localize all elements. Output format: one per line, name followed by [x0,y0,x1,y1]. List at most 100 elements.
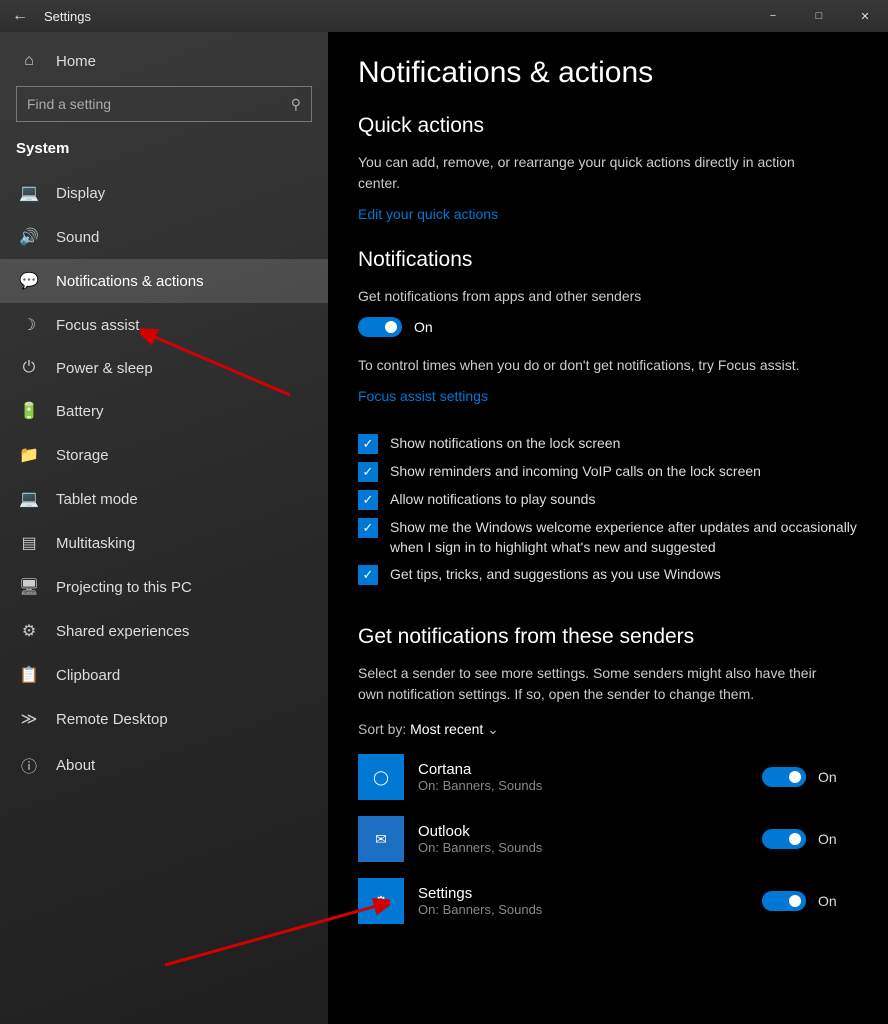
get-notifications-toggle-row: On [358,317,858,337]
display-icon: 💻 [16,183,42,203]
sender-sub: On: Banners, Sounds [418,840,762,855]
sender-name: Cortana [418,761,762,778]
settings-icon: ⚙ [358,878,404,924]
sender-row-outlook[interactable]: ✉ OutlookOn: Banners, Sounds On [358,816,858,862]
get-notifications-toggle[interactable] [358,317,402,337]
checkbox-icon: ✓ [358,490,378,510]
checkbox-label: Show notifications on the lock screen [390,434,620,454]
storage-icon: 📁 [16,445,42,465]
senders-desc: Select a sender to see more settings. So… [358,663,838,705]
sidebar-item-label: Storage [56,447,109,464]
sound-icon: 🔊 [16,227,42,247]
settings-window: ← Settings − □ ✕ ⌂ Home Find a setting ⚲… [0,0,888,1024]
sidebar-item-tablet-mode[interactable]: 💻 Tablet mode [0,477,328,521]
titlebar: ← Settings − □ ✕ [0,0,888,32]
sender-row-cortana[interactable]: ◯ CortanaOn: Banners, Sounds On [358,754,858,800]
sender-sub: On: Banners, Sounds [418,902,762,917]
sender-state: On [818,893,858,909]
sender-state: On [818,831,858,847]
sidebar-item-notifications[interactable]: 💬 Notifications & actions [0,259,328,303]
checkbox-label: Get tips, tricks, and suggestions as you… [390,565,721,585]
sidebar-item-label: Power & sleep [56,360,153,377]
sidebar-item-shared-experiences[interactable]: ⚙Shared experiences [0,609,328,653]
sidebar-item-sound[interactable]: 🔊 Sound [0,215,328,259]
sidebar-item-remote-desktop[interactable]: ≫ Remote Desktop [0,697,328,741]
maximize-button[interactable]: □ [796,0,842,32]
check-welcome-experience[interactable]: ✓ Show me the Windows welcome experience … [358,518,858,557]
check-play-sounds[interactable]: ✓ Allow notifications to play sounds [358,490,858,510]
cortana-icon: ◯ [358,754,404,800]
search-placeholder: Find a setting [27,96,111,112]
sender-toggle[interactable] [762,829,806,849]
sidebar-item-focus-assist[interactable]: ☽ Focus assist [0,303,328,347]
sender-toggle[interactable] [762,891,806,911]
sidebar-section-label: System [0,132,328,171]
sidebar-item-label: About [56,757,95,774]
window-title: Settings [40,9,750,24]
sidebar-item-about[interactable]: ⓘ About [0,741,328,789]
sort-value: Most recent [410,721,483,737]
content-pane: Notifications & actions Quick actions Yo… [328,32,888,1024]
sidebar-home-label: Home [56,53,96,70]
info-icon: ⓘ [16,753,42,777]
check-reminders-voip[interactable]: ✓ Show reminders and incoming VoIP calls … [358,462,858,482]
sidebar-home[interactable]: ⌂ Home [0,40,328,82]
moon-icon: ☽ [16,315,42,335]
battery-icon: 🔋 [16,401,42,421]
notifications-title: Notifications [358,248,858,272]
sidebar-item-label: Projecting to this PC [56,579,192,596]
sidebar-item-label: Sound [56,229,99,246]
chevron-down-icon: ⌄ [487,721,499,737]
sidebar-item-label: Remote Desktop [56,711,168,728]
sender-name: Outlook [418,823,762,840]
check-lock-screen[interactable]: ✓ Show notifications on the lock screen [358,434,858,454]
edit-quick-actions-link[interactable]: Edit your quick actions [358,206,498,222]
checkbox-label: Show reminders and incoming VoIP calls o… [390,462,761,482]
focus-assist-hint: To control times when you do or don't ge… [358,355,838,376]
page-title: Notifications & actions [358,56,858,90]
notifications-icon: 💬 [16,271,42,291]
focus-assist-settings-link[interactable]: Focus assist settings [358,388,488,404]
clipboard-icon: 📋 [16,665,42,685]
checkbox-icon: ✓ [358,462,378,482]
back-button[interactable]: ← [0,7,40,25]
sidebar-item-label: Focus assist [56,317,139,334]
sidebar-item-label: Battery [56,403,104,420]
power-icon: ⏻ [16,359,42,377]
sidebar-item-storage[interactable]: 📁 Storage [0,433,328,477]
sidebar-item-label: Tablet mode [56,491,138,508]
checkbox-label: Allow notifications to play sounds [390,490,595,510]
search-input[interactable]: Find a setting ⚲ [16,86,312,122]
sort-label: Sort by: [358,721,406,737]
checkbox-label: Show me the Windows welcome experience a… [390,518,858,557]
sidebar: ⌂ Home Find a setting ⚲ System 💻Display … [0,32,328,1024]
minimize-button[interactable]: − [750,0,796,32]
sidebar-item-battery[interactable]: 🔋 Battery [0,389,328,433]
sender-sub: On: Banners, Sounds [418,778,762,793]
sender-row-settings[interactable]: ⚙ SettingsOn: Banners, Sounds On [358,878,858,924]
shared-icon: ⚙ [16,621,42,641]
outlook-icon: ✉ [358,816,404,862]
remote-desktop-icon: ≫ [16,709,42,729]
sender-toggle[interactable] [762,767,806,787]
sidebar-item-display[interactable]: 💻Display [0,171,328,215]
sidebar-item-multitasking[interactable]: ▤ Multitasking [0,521,328,565]
sender-state: On [818,769,858,785]
projecting-icon: 🖥 [16,577,42,597]
home-icon: ⌂ [16,52,42,70]
sidebar-item-clipboard[interactable]: 📋Clipboard [0,653,328,697]
sidebar-item-power-sleep[interactable]: ⏻ Power & sleep [0,347,328,389]
check-tips[interactable]: ✓ Get tips, tricks, and suggestions as yo… [358,565,858,585]
sidebar-item-label: Notifications & actions [56,273,204,290]
checkbox-icon: ✓ [358,565,378,585]
tablet-icon: 💻 [16,489,42,509]
sidebar-item-label: Multitasking [56,535,135,552]
sidebar-item-projecting[interactable]: 🖥 Projecting to this PC [0,565,328,609]
close-button[interactable]: ✕ [842,0,888,32]
checkbox-icon: ✓ [358,518,378,538]
quick-actions-title: Quick actions [358,114,858,138]
window-controls: − □ ✕ [750,0,888,32]
checkbox-icon: ✓ [358,434,378,454]
multitasking-icon: ▤ [16,533,42,553]
sort-by-row[interactable]: Sort by: Most recent ⌄ [358,721,858,738]
